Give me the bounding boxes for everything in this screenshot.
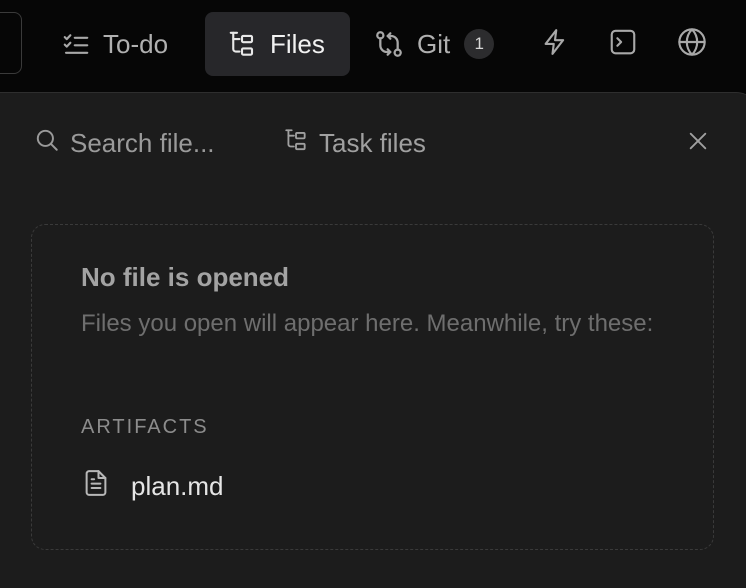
search-placeholder: Search file...	[70, 128, 215, 158]
artifact-file-item[interactable]: plan.md	[81, 468, 224, 505]
artifacts-section-label: ARTIFACTS	[81, 416, 209, 438]
top-tab-bar: To-do Files Git 1	[0, 0, 746, 92]
close-panel-button[interactable]	[684, 129, 712, 157]
tab-files[interactable]: Files	[205, 12, 350, 76]
task-files-button[interactable]: Task files	[283, 127, 426, 160]
globe-button[interactable]	[672, 24, 712, 64]
panel-toolbar: Search file... Task files	[0, 93, 746, 193]
close-icon	[687, 130, 709, 157]
tab-todo-label: To-do	[103, 28, 169, 59]
tab-git-label: Git	[417, 28, 451, 59]
tab-git[interactable]: Git 1	[360, 12, 510, 76]
file-text-icon	[81, 468, 111, 505]
left-control-stub[interactable]	[0, 12, 22, 74]
terminal-icon	[608, 27, 638, 62]
empty-state-description: Files you open will appear here. Meanwhi…	[81, 310, 654, 337]
folder-tree-icon	[227, 29, 257, 59]
empty-state-card: No file is opened Files you open will ap…	[31, 224, 714, 550]
lightning-bolt-icon	[540, 27, 570, 62]
tab-files-label: Files	[270, 28, 325, 59]
app-root: To-do Files Git 1 Search file... Task fi…	[0, 0, 746, 588]
files-panel: Search file... Task files No file is ope…	[0, 92, 746, 588]
search-icon	[34, 127, 60, 160]
artifact-file-name: plan.md	[131, 471, 224, 501]
globe-icon	[676, 26, 708, 63]
tab-todo[interactable]: To-do	[50, 12, 196, 76]
terminal-button[interactable]	[603, 24, 643, 64]
task-files-label: Task files	[319, 128, 426, 158]
lightning-button[interactable]	[535, 24, 575, 64]
empty-state-title: No file is opened	[81, 262, 290, 292]
search-files-input[interactable]: Search file...	[34, 127, 215, 160]
list-checks-icon	[61, 29, 91, 59]
folder-tree-icon	[283, 127, 309, 160]
git-compare-icon	[373, 28, 405, 60]
git-changes-badge: 1	[464, 29, 495, 59]
